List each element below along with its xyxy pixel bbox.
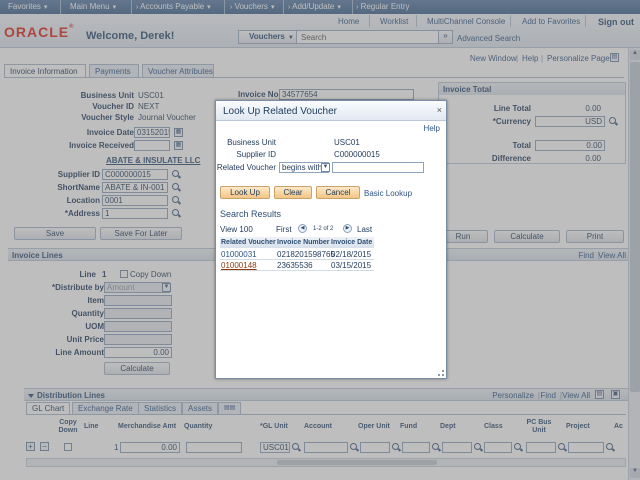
- related-voucher-input[interactable]: [332, 162, 424, 173]
- invoice-number-cell: 23635536: [277, 261, 313, 270]
- invoice-number-cell: 0218201598765: [277, 250, 335, 259]
- dialog-business-unit-value: USC01: [334, 138, 360, 147]
- related-voucher-link[interactable]: 01000031: [221, 250, 257, 259]
- results-column-invoice-date: Invoice Date: [331, 239, 373, 246]
- table-row[interactable]: 01000031 0218201598765 02/18/2015: [220, 249, 374, 260]
- search-results-title: Search Results: [220, 209, 282, 219]
- clear-button[interactable]: Clear: [274, 186, 312, 199]
- view-100-link[interactable]: View 100: [220, 225, 253, 234]
- results-column-invoice-number: Invoice Number: [277, 239, 330, 246]
- lookup-related-voucher-dialog: Look Up Related Voucher × Help Business …: [215, 100, 447, 379]
- next-page-icon[interactable]: ▶: [343, 224, 352, 233]
- results-range: 1-2 of 2: [313, 226, 334, 232]
- invoice-date-cell: 03/15/2015: [331, 261, 372, 270]
- dialog-supplier-id-label: Supplier ID: [236, 150, 276, 159]
- dialog-title: Look Up Related Voucher: [216, 101, 446, 121]
- chevron-down-icon[interactable]: ▼: [321, 163, 330, 172]
- results-column-related-voucher: Related Voucher: [221, 239, 276, 246]
- first-label: First: [276, 225, 292, 234]
- dialog-resize-handle[interactable]: [438, 370, 444, 376]
- close-icon[interactable]: ×: [437, 105, 442, 115]
- previous-page-icon[interactable]: ◀: [298, 224, 307, 233]
- results-table-header: Related Voucher Invoice Number Invoice D…: [220, 237, 374, 248]
- dialog-business-unit-label: Business Unit: [227, 138, 276, 147]
- last-label: Last: [357, 225, 373, 234]
- lookup-button[interactable]: Look Up: [220, 186, 270, 199]
- dialog-help-link[interactable]: Help: [424, 124, 440, 133]
- table-row[interactable]: 01000148 23635536 03/15/2015: [220, 260, 374, 271]
- dialog-supplier-id-value: C000000015: [334, 150, 380, 159]
- basic-lookup-link[interactable]: Basic Lookup: [364, 189, 412, 198]
- cancel-button[interactable]: Cancel: [316, 186, 360, 199]
- invoice-date-cell: 02/18/2015: [331, 250, 372, 259]
- related-voucher-link[interactable]: 01000148: [221, 261, 257, 270]
- dialog-related-voucher-label: Related Voucher: [216, 163, 276, 172]
